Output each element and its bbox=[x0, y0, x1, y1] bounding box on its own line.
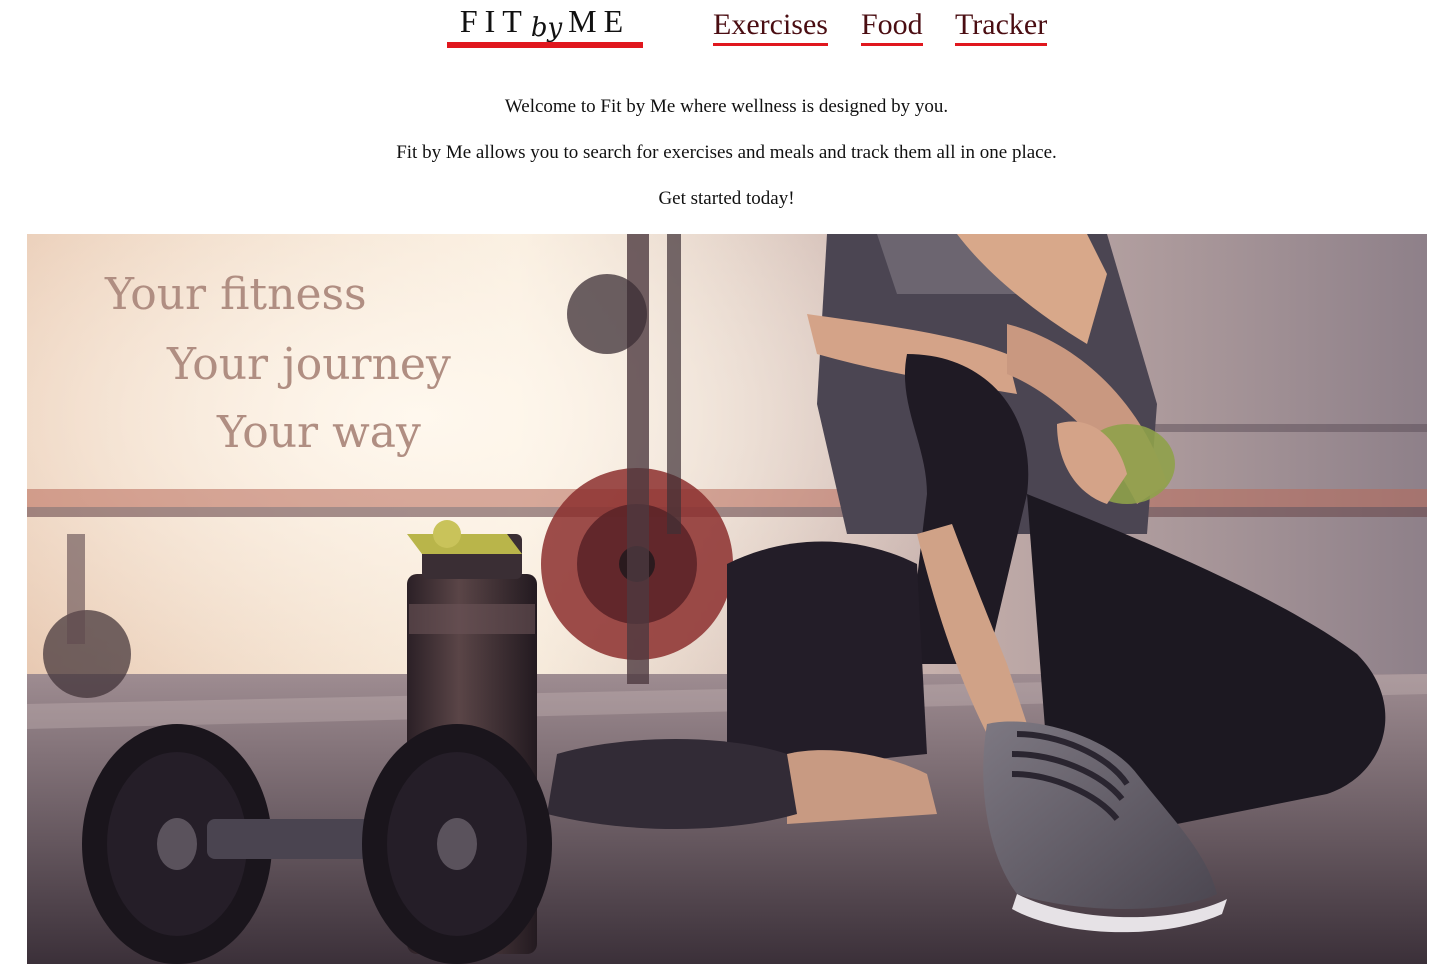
nav-link-exercises[interactable]: Exercises bbox=[713, 8, 828, 46]
nav-link-food[interactable]: Food bbox=[861, 8, 923, 46]
logo-text: FITby ME bbox=[447, 4, 643, 45]
site-header: FITby ME Exercises Food Tracker bbox=[0, 0, 1453, 60]
hero-tagline-line-2: Your journey bbox=[167, 339, 451, 390]
intro-cta-text: Get started today! bbox=[658, 188, 795, 209]
logo-word-by: by bbox=[530, 13, 563, 43]
hero-tagline-line-3: Your way bbox=[217, 407, 421, 458]
site-logo[interactable]: FITby ME bbox=[447, 2, 643, 48]
logo-underline bbox=[447, 42, 643, 48]
logo-word-me: ME bbox=[568, 3, 631, 39]
nav-link-tracker[interactable]: Tracker bbox=[955, 8, 1048, 46]
logo-word-fit: FIT bbox=[459, 3, 529, 39]
intro-welcome-text: Welcome to Fit by Me where wellness is d… bbox=[504, 96, 949, 117]
hero-image: Your fitness Your journey Your way bbox=[27, 234, 1427, 964]
hero-tagline-line-1: Your fitness bbox=[105, 269, 367, 320]
intro-description-text: Fit by Me allows you to search for exerc… bbox=[396, 142, 1057, 163]
